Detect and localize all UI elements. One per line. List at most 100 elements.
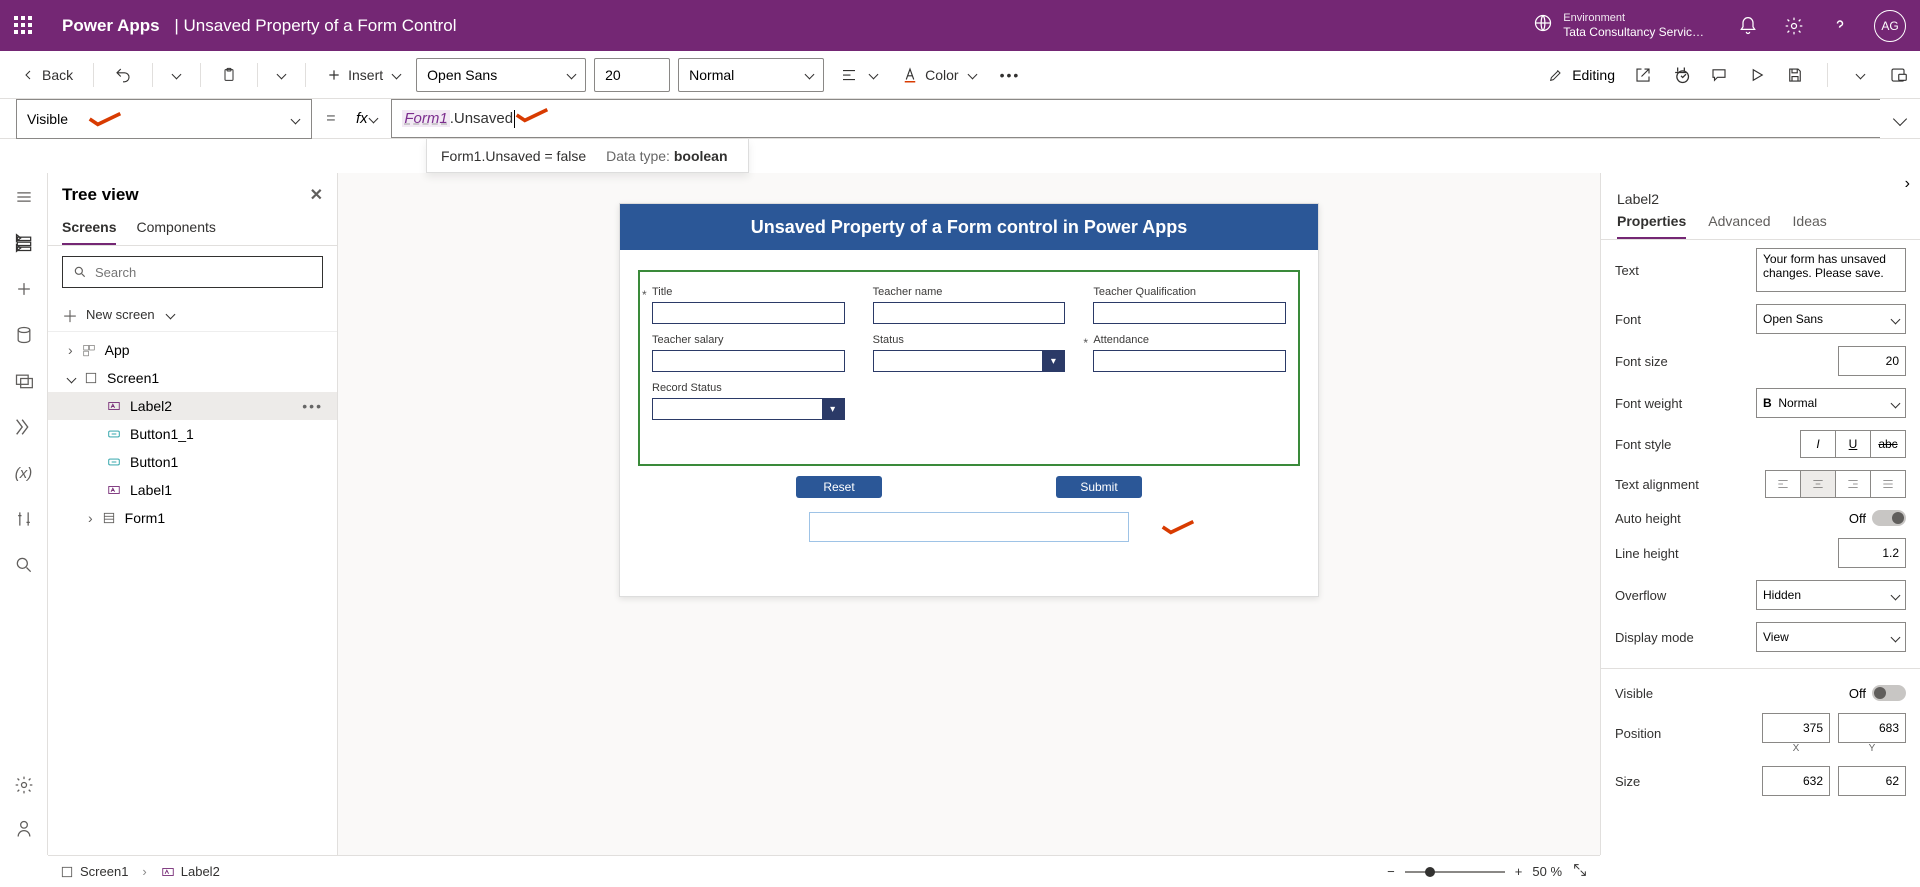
data-icon[interactable]	[12, 323, 36, 347]
editing-mode-button[interactable]: Editing	[1548, 67, 1615, 83]
back-button[interactable]: Back	[12, 61, 81, 89]
pos-y-input[interactable]: 683	[1838, 713, 1906, 743]
tree-item-form1[interactable]: › Form1	[48, 504, 337, 532]
waffle-icon[interactable]	[14, 16, 34, 36]
publish-icon[interactable]	[1888, 65, 1908, 85]
status-select[interactable]: ▾	[873, 350, 1066, 372]
prop-text-input[interactable]: Your form has unsaved changes. Please sa…	[1756, 248, 1906, 292]
flow-icon[interactable]	[12, 415, 36, 439]
save-dropdown[interactable]	[1850, 65, 1870, 85]
label2-control[interactable]	[809, 512, 1129, 542]
notifications-icon[interactable]	[1736, 14, 1760, 38]
zoom-out-button[interactable]: −	[1387, 864, 1395, 879]
tab-components[interactable]: Components	[136, 219, 215, 245]
property-selector[interactable]: Visible	[16, 99, 312, 139]
paste-button[interactable]	[213, 61, 245, 89]
auto-height-toggle[interactable]: Off	[1849, 510, 1906, 526]
share-icon[interactable]	[1633, 65, 1653, 85]
align-left-button[interactable]	[1765, 470, 1801, 498]
align-justify-button[interactable]	[1870, 470, 1906, 498]
title-input[interactable]	[652, 302, 845, 324]
search-icon[interactable]	[12, 553, 36, 577]
teacher-name-input[interactable]	[873, 302, 1066, 324]
tree-view-panel: Tree view ✕ Screens Components ＋ New scr…	[48, 173, 338, 855]
italic-button[interactable]: I	[1800, 430, 1836, 458]
more-button[interactable]: •••	[992, 61, 1029, 89]
prop-fontweight-select[interactable]: B Normal	[1756, 388, 1906, 418]
tools-icon[interactable]	[12, 507, 36, 531]
check-icon[interactable]	[1671, 65, 1691, 85]
tab-properties[interactable]: Properties	[1617, 213, 1686, 239]
virtual-agent-icon[interactable]	[12, 817, 36, 841]
back-label: Back	[42, 67, 73, 83]
canvas-area[interactable]: Unsaved Property of a Form control in Po…	[338, 173, 1600, 855]
settings-icon[interactable]	[1782, 14, 1806, 38]
more-icon[interactable]: •••	[302, 398, 323, 414]
align-button[interactable]	[832, 60, 885, 90]
media-icon[interactable]	[12, 369, 36, 393]
submit-button[interactable]: Submit	[1056, 476, 1142, 498]
tab-advanced[interactable]: Advanced	[1708, 213, 1770, 239]
zoom-in-button[interactable]: +	[1515, 864, 1523, 879]
insert-icon[interactable]	[12, 277, 36, 301]
prop-fontsize-input[interactable]: 20	[1838, 346, 1906, 376]
tree-search[interactable]	[62, 256, 323, 288]
search-input[interactable]	[95, 265, 312, 280]
tab-screens[interactable]: Screens	[62, 219, 116, 245]
tree-item-label1[interactable]: Label1	[48, 476, 337, 504]
user-avatar[interactable]: AG	[1874, 10, 1906, 42]
formula-input[interactable]: Form1.Unsaved	[391, 99, 1880, 138]
undo-dropdown[interactable]	[165, 65, 188, 84]
color-button[interactable]: Color	[893, 60, 983, 90]
prop-overflow-select[interactable]: Hidden	[1756, 580, 1906, 610]
size-w-input[interactable]: 632	[1762, 766, 1830, 796]
pos-x-input[interactable]: 375	[1762, 713, 1830, 743]
record-status-select[interactable]: ▾	[652, 398, 845, 420]
prop-lineheight-input[interactable]: 1.2	[1838, 538, 1906, 568]
panel-chevron-icon[interactable]: ›	[1905, 175, 1910, 193]
data-type-value: boolean	[674, 148, 728, 164]
teacher-qualification-input[interactable]	[1093, 302, 1286, 324]
breadcrumb-control[interactable]: Label2	[161, 864, 220, 879]
comment-icon[interactable]	[1709, 65, 1729, 85]
close-icon[interactable]: ✕	[310, 185, 323, 205]
align-center-button[interactable]	[1800, 470, 1836, 498]
insert-button[interactable]: Insert	[318, 61, 408, 89]
tree-view-icon[interactable]	[12, 231, 36, 255]
tab-ideas[interactable]: Ideas	[1793, 213, 1827, 239]
play-icon[interactable]	[1747, 65, 1767, 85]
align-right-button[interactable]	[1835, 470, 1871, 498]
paste-dropdown[interactable]	[270, 65, 293, 84]
prop-displaymode-select[interactable]: View	[1756, 622, 1906, 652]
settings-rail-icon[interactable]	[12, 773, 36, 797]
font-weight-select[interactable]: Normal	[678, 58, 824, 92]
prop-font-select[interactable]: Open Sans	[1756, 304, 1906, 334]
fit-screen-icon[interactable]	[1572, 862, 1588, 881]
save-icon[interactable]	[1785, 65, 1805, 85]
variables-icon[interactable]: (x)	[12, 461, 36, 485]
undo-button[interactable]	[106, 60, 140, 90]
teacher-salary-input[interactable]	[652, 350, 845, 372]
font-family-select[interactable]: Open Sans	[416, 58, 586, 92]
tree-item-label2[interactable]: Label2 •••	[48, 392, 337, 420]
tree-item-button1[interactable]: Button1	[48, 448, 337, 476]
tree-item-app[interactable]: › App	[48, 336, 337, 364]
strike-button[interactable]: abc	[1870, 430, 1906, 458]
reset-button[interactable]: Reset	[796, 476, 882, 498]
form1[interactable]: Title Teacher name Teacher Qualification…	[638, 270, 1300, 466]
tree-item-button1-1[interactable]: Button1_1	[48, 420, 337, 448]
tree-item-screen1[interactable]: Screen1	[48, 364, 337, 392]
zoom-slider[interactable]	[1405, 871, 1505, 873]
environment-picker[interactable]: Environment Tata Consultancy Servic…	[1533, 12, 1704, 40]
underline-button[interactable]: U	[1835, 430, 1871, 458]
breadcrumb-screen[interactable]: Screen1	[60, 864, 128, 879]
help-icon[interactable]	[1828, 14, 1852, 38]
new-screen-button[interactable]: ＋ New screen	[48, 298, 337, 332]
attendance-input[interactable]	[1093, 350, 1286, 372]
hamburger-icon[interactable]	[12, 185, 36, 209]
size-h-input[interactable]: 62	[1838, 766, 1906, 796]
expand-formula-icon[interactable]	[1880, 99, 1920, 138]
visible-toggle[interactable]: Off	[1849, 685, 1906, 701]
font-size-select[interactable]: 20	[594, 58, 670, 92]
fx-button[interactable]: fx	[341, 99, 391, 138]
